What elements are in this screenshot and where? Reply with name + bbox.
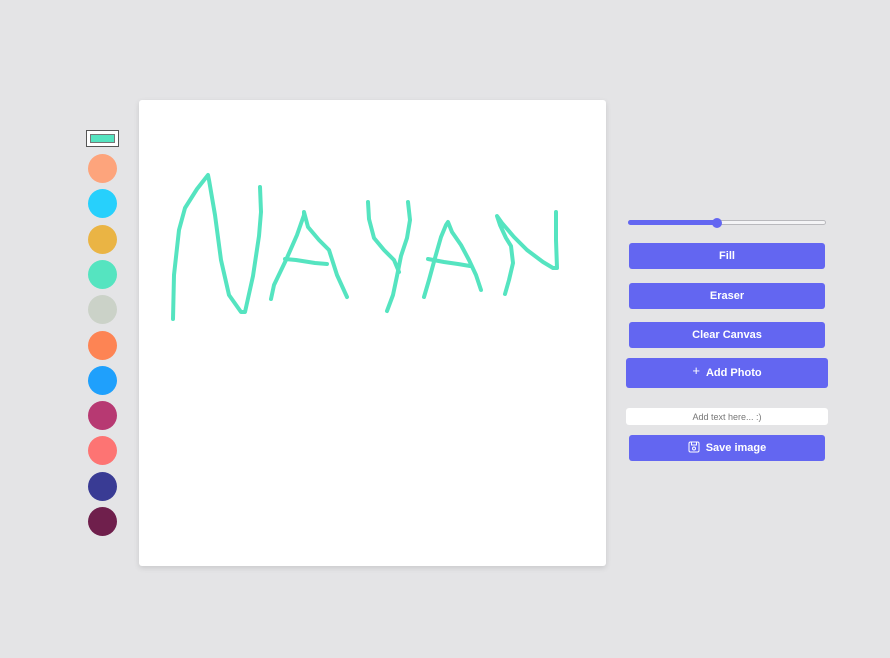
color-swatch[interactable] [88,189,117,219]
color-swatch[interactable] [88,365,117,395]
stroke-letter-n [171,173,263,321]
eraser-button[interactable]: Eraser [629,283,825,309]
selected-color-fill [90,134,115,143]
plus-icon: + [692,362,700,378]
clear-canvas-button[interactable]: Clear Canvas [629,322,825,348]
stroke-letter-a1-bar [283,257,329,266]
color-swatch[interactable] [88,259,117,289]
brush-size-slider[interactable] [628,218,826,228]
save-image-button[interactable]: Save image [629,435,825,461]
color-swatch[interactable] [88,224,117,254]
drawing-strokes [171,173,559,321]
color-swatch[interactable] [88,401,117,431]
color-swatch[interactable] [88,295,117,325]
floppy-disk-icon [688,441,700,456]
add-photo-label: Add Photo [705,367,762,379]
color-swatch[interactable] [88,471,117,501]
stroke-letter-y-left [366,200,401,274]
add-text-input[interactable] [626,408,828,425]
fill-button[interactable]: Fill [629,243,825,269]
stroke-letter-n2 [495,210,559,296]
slider-fill [628,220,718,225]
drawing-canvas[interactable] [139,100,606,566]
color-swatch[interactable] [88,436,117,466]
slider-thumb[interactable] [712,218,723,228]
color-swatch[interactable] [88,330,117,360]
save-image-label: Save image [705,442,767,454]
selected-color-swatch[interactable] [86,130,119,147]
color-swatch[interactable] [88,507,117,536]
add-photo-button[interactable]: + Add Photo [626,358,828,388]
color-swatch[interactable] [88,154,117,183]
stroke-letter-a1 [269,210,349,301]
